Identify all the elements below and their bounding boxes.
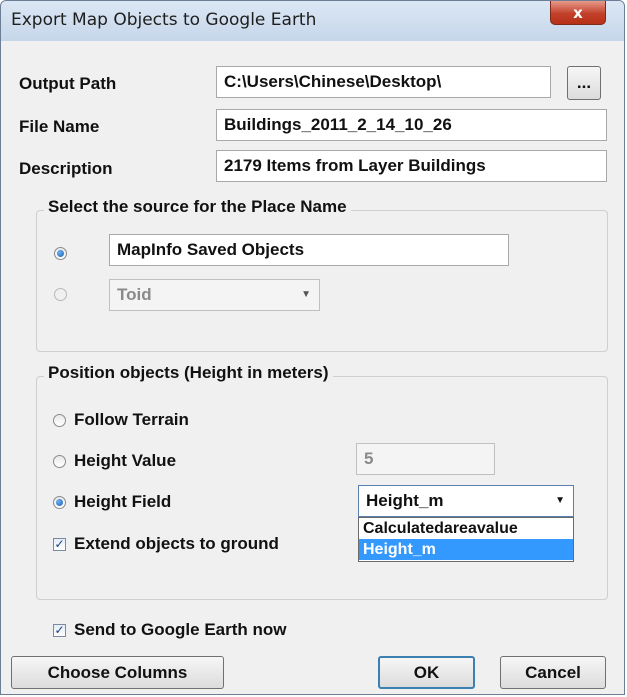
- cancel-button[interactable]: Cancel: [500, 656, 606, 689]
- place-name-value-field[interactable]: MapInfo Saved Objects: [109, 234, 509, 266]
- description-label: Description: [19, 159, 113, 178]
- height-field-dropdown-list: Calculatedareavalue Height_m: [358, 517, 574, 562]
- dialog-window: Export Map Objects to Google Earth x Out…: [0, 0, 625, 695]
- follow-terrain-label[interactable]: Follow Terrain: [74, 410, 189, 430]
- choose-columns-button[interactable]: Choose Columns: [11, 656, 224, 689]
- send-now-checkbox[interactable]: ✓: [53, 624, 66, 637]
- dialog-body: Output Path C:\Users\Chinese\Desktop\ ..…: [9, 42, 616, 689]
- close-icon: x: [573, 3, 583, 22]
- height-field-radio[interactable]: [53, 496, 66, 509]
- height-field-combo-value: Height_m: [366, 491, 444, 510]
- height-field-combo[interactable]: Height_m ▼: [358, 485, 574, 517]
- output-path-label-text: Output Path: [19, 74, 117, 93]
- height-field-label[interactable]: Height Field: [74, 492, 171, 512]
- browse-button[interactable]: ...: [567, 66, 601, 100]
- extend-to-ground-label[interactable]: Extend objects to ground: [74, 534, 279, 554]
- place-name-radio-saved-objects[interactable]: [54, 247, 67, 260]
- chevron-down-icon: ▼: [555, 495, 565, 506]
- extend-to-ground-checkbox[interactable]: ✓: [53, 538, 66, 551]
- height-value-radio[interactable]: [53, 455, 66, 468]
- title-bar[interactable]: Export Map Objects to Google Earth x: [1, 1, 624, 41]
- dropdown-option-selected[interactable]: Height_m: [359, 539, 573, 560]
- dropdown-option[interactable]: Calculatedareavalue: [359, 518, 573, 539]
- follow-terrain-radio[interactable]: [53, 414, 66, 427]
- window-title: Export Map Objects to Google Earth: [11, 10, 317, 30]
- place-name-column-combo[interactable]: Toid ▼: [109, 279, 320, 311]
- send-now-label[interactable]: Send to Google Earth now: [74, 620, 287, 640]
- output-path-field[interactable]: C:\Users\Chinese\Desktop\: [216, 66, 551, 98]
- description-field[interactable]: 2179 Items from Layer Buildings: [216, 150, 607, 182]
- close-button[interactable]: x: [550, 1, 606, 25]
- chevron-down-icon: ▼: [301, 289, 311, 300]
- position-group-title: Position objects (Height in meters): [44, 363, 333, 383]
- place-name-radio-column[interactable]: [54, 288, 67, 301]
- height-value-field[interactable]: 5: [356, 443, 495, 475]
- height-value-label[interactable]: Height Value: [74, 451, 176, 471]
- file-name-field[interactable]: Buildings_2011_2_14_10_26: [216, 109, 607, 141]
- place-name-group-title: Select the source for the Place Name: [44, 197, 351, 217]
- ok-button[interactable]: OK: [378, 656, 475, 689]
- place-name-column-value: Toid: [117, 285, 152, 304]
- file-name-label: File Name: [19, 117, 100, 136]
- output-path-label: Output Path: [19, 74, 116, 94]
